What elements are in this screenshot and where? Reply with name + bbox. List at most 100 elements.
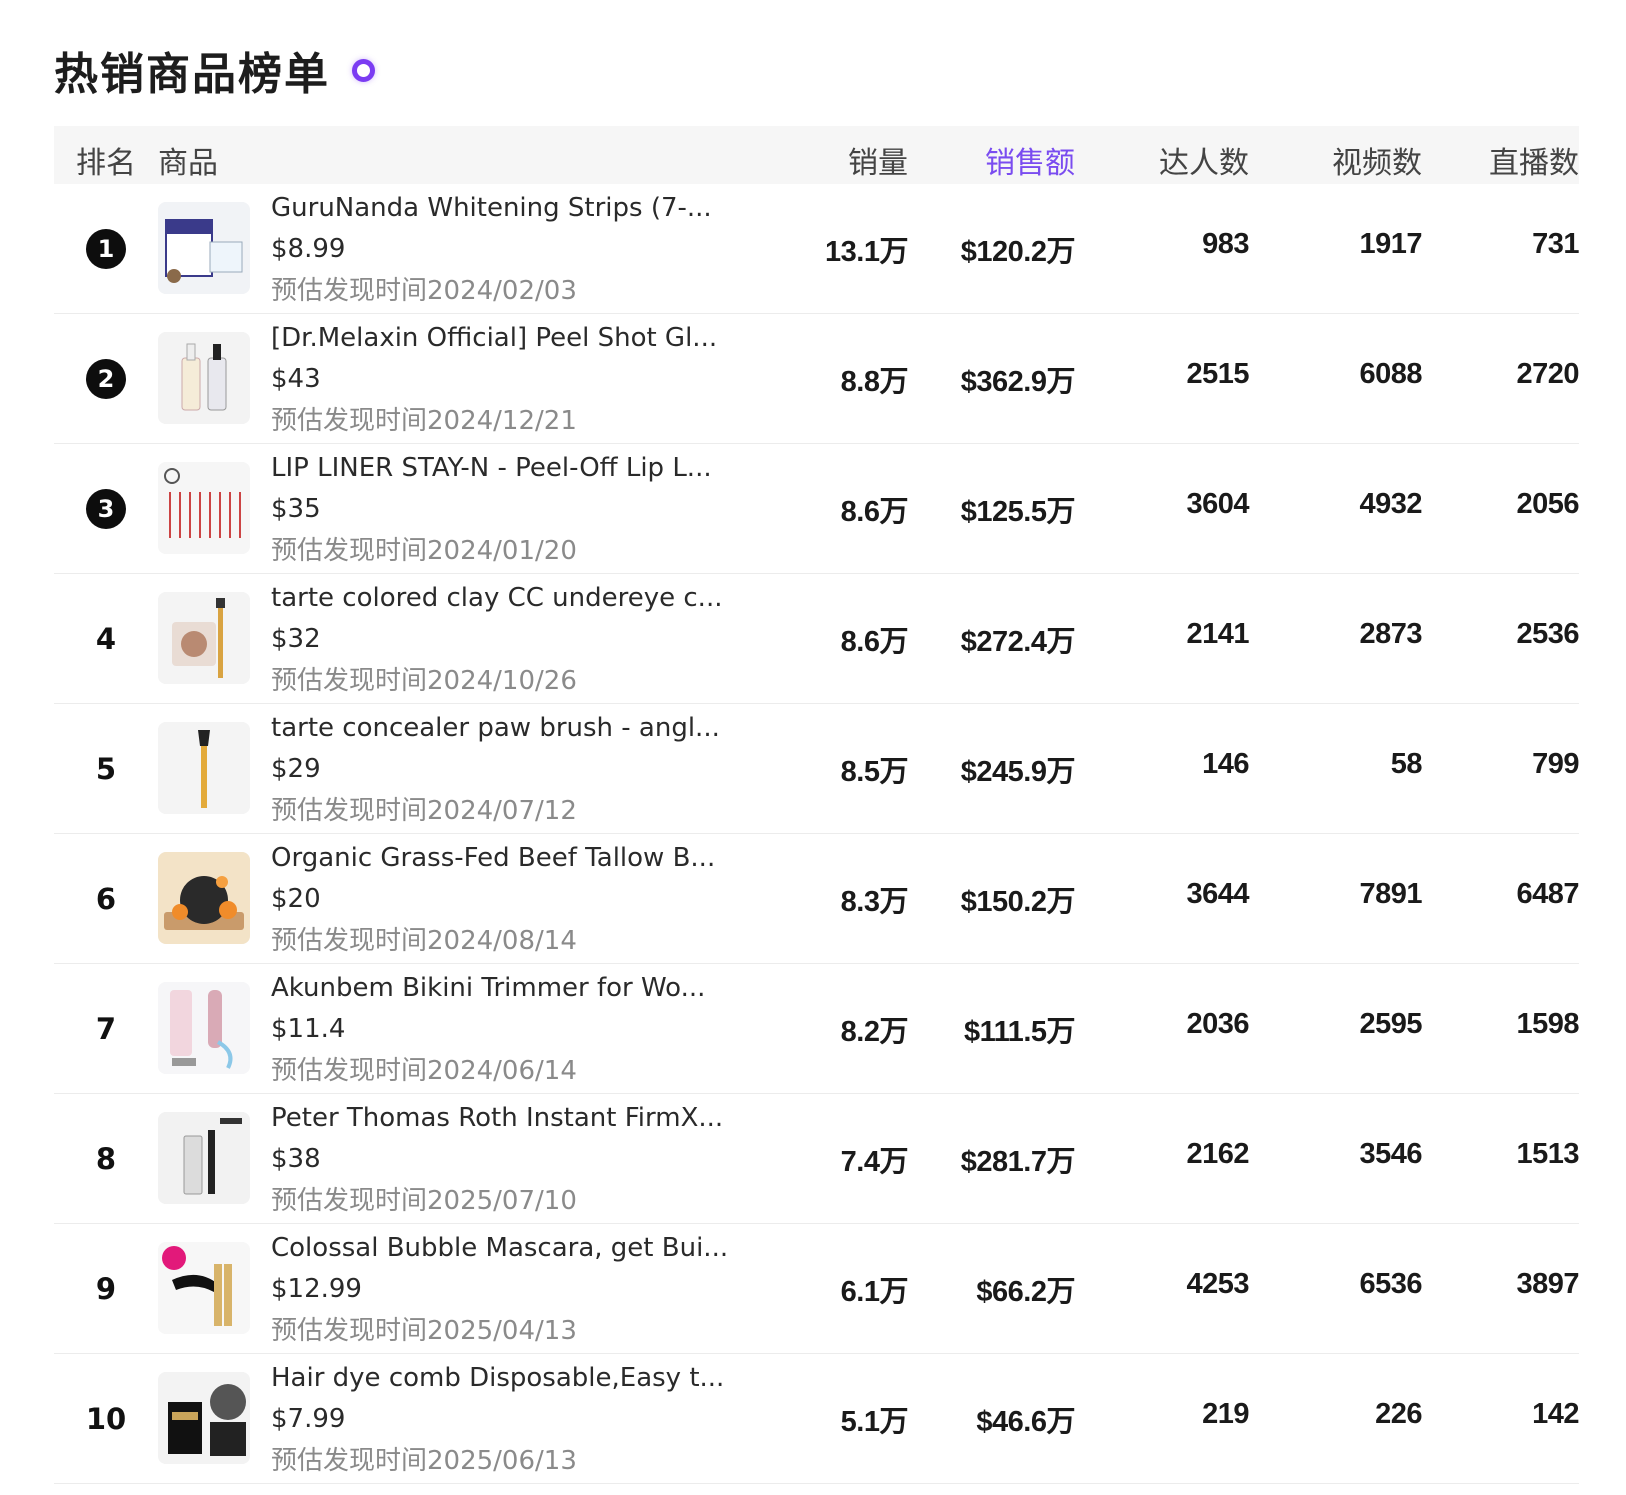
- product-thumbnail[interactable]: [158, 1112, 250, 1204]
- sales-value: 6.1万: [840, 1276, 909, 1308]
- lives-value: 6487: [1516, 878, 1579, 910]
- rank-badge: 8: [95, 1142, 117, 1176]
- product-thumbnail[interactable]: [158, 592, 250, 684]
- kols-value: 2036: [1186, 1008, 1249, 1040]
- table-row[interactable]: 1 GuruNanda Whitening Strips (7-... $8.9…: [54, 184, 1580, 314]
- table-header: 排名 商品 销量 销售额 达人数 视频数 直播数: [54, 126, 1579, 184]
- product-info: Peter Thomas Roth Instant FirmX... $38 预…: [271, 1098, 731, 1222]
- kols-value: 3604: [1186, 488, 1249, 520]
- product-price: $11.4: [271, 1014, 346, 1044]
- product-name[interactable]: GuruNanda Whitening Strips (7-...: [271, 188, 731, 228]
- table-row[interactable]: 10 Hair dye comb Disposable,Easy t... $7…: [54, 1354, 1580, 1484]
- product-thumbnail[interactable]: [158, 332, 250, 424]
- kols-value: 146: [1202, 748, 1249, 780]
- product-name[interactable]: Colossal Bubble Mascara, get Bui...: [271, 1228, 731, 1268]
- table-row[interactable]: 9 Colossal Bubble Mascara, get Bui... $1…: [54, 1224, 1580, 1354]
- kols-value: 2162: [1186, 1138, 1249, 1170]
- table-row[interactable]: 3 LIP LINER STAY-N - Peel-Off Lip L... $…: [54, 444, 1580, 574]
- header-amount[interactable]: 销售额: [915, 138, 1075, 182]
- table-body: 1 GuruNanda Whitening Strips (7-... $8.9…: [54, 184, 1580, 1484]
- amount-value: $150.2万: [960, 886, 1076, 918]
- product-name[interactable]: tarte colored clay CC undereye c...: [271, 578, 731, 618]
- product-thumbnail[interactable]: [158, 852, 250, 944]
- product-price: $8.99: [271, 234, 346, 264]
- sales-value: 8.5万: [840, 756, 909, 788]
- product-info: tarte concealer paw brush - angl... $29 …: [271, 708, 731, 832]
- amount-value: $120.2万: [960, 236, 1076, 268]
- videos-value: 2873: [1359, 618, 1422, 650]
- amount-value: $125.5万: [960, 496, 1076, 528]
- product-name[interactable]: Organic Grass-Fed Beef Tallow B...: [271, 838, 731, 878]
- kols-value: 4253: [1186, 1268, 1249, 1300]
- product-price: $43: [271, 364, 321, 394]
- product-info: Akunbem Bikini Trimmer for Wo... $11.4 预…: [271, 968, 731, 1092]
- product-thumbnail[interactable]: [158, 1372, 250, 1464]
- videos-value: 7891: [1359, 878, 1422, 910]
- product-name[interactable]: [Dr.Melaxin Official] Peel Shot Gl...: [271, 318, 731, 358]
- product-thumbnail[interactable]: [158, 202, 250, 294]
- sales-value: 8.6万: [840, 496, 909, 528]
- product-thumbnail[interactable]: [158, 1242, 250, 1334]
- product-name[interactable]: Peter Thomas Roth Instant FirmX...: [271, 1098, 731, 1138]
- lives-value: 2536: [1516, 618, 1579, 650]
- table-row[interactable]: 6 Organic Grass-Fed Beef Tallow B... $20…: [54, 834, 1580, 964]
- rank-badge: 7: [95, 1012, 117, 1046]
- table-row[interactable]: 7 Akunbem Bikini Trimmer for Wo... $11.4…: [54, 964, 1580, 1094]
- lives-value: 142: [1532, 1398, 1579, 1430]
- videos-value: 6536: [1359, 1268, 1422, 1300]
- header-kols[interactable]: 达人数: [1089, 138, 1249, 182]
- rank-badge: 1: [86, 229, 126, 269]
- product-name[interactable]: Hair dye comb Disposable,Easy t...: [271, 1358, 731, 1398]
- lives-value: 3897: [1516, 1268, 1579, 1300]
- sales-value: 7.4万: [840, 1146, 909, 1178]
- table-row[interactable]: 5 tarte concealer paw brush - angl... $2…: [54, 704, 1580, 834]
- header-rank: 排名: [76, 146, 136, 181]
- lives-value: 799: [1532, 748, 1579, 780]
- product-name[interactable]: tarte concealer paw brush - angl...: [271, 708, 731, 748]
- amount-value: $46.6万: [976, 1406, 1075, 1438]
- sales-value: 5.1万: [840, 1406, 909, 1438]
- table-row[interactable]: 8 Peter Thomas Roth Instant FirmX... $38…: [54, 1094, 1580, 1224]
- product-thumbnail[interactable]: [158, 982, 250, 1074]
- videos-value: 2595: [1359, 1008, 1422, 1040]
- product-info: [Dr.Melaxin Official] Peel Shot Gl... $4…: [271, 318, 731, 442]
- sales-value: 13.1万: [825, 236, 908, 268]
- product-thumbnail[interactable]: [158, 462, 250, 554]
- product-price: $35: [271, 494, 321, 524]
- header-sales[interactable]: 销量: [748, 138, 908, 182]
- videos-value: 1917: [1359, 228, 1422, 260]
- videos-value: 226: [1375, 1398, 1422, 1430]
- kols-value: 2515: [1186, 358, 1249, 390]
- kols-value: 3644: [1186, 878, 1249, 910]
- product-info: LIP LINER STAY-N - Peel-Off Lip L... $35…: [271, 448, 731, 572]
- lives-value: 1598: [1516, 1008, 1579, 1040]
- rank-badge: 3: [86, 489, 126, 529]
- product-thumbnail[interactable]: [158, 722, 250, 814]
- lives-value: 2056: [1516, 488, 1579, 520]
- rank-badge: 2: [86, 359, 126, 399]
- rank-badge: 10: [85, 1402, 127, 1436]
- lives-value: 731: [1532, 228, 1579, 260]
- table-row[interactable]: 4 tarte colored clay CC undereye c... $3…: [54, 574, 1580, 704]
- sales-value: 8.6万: [840, 626, 909, 658]
- product-discovery-date: 预估发现时间2024/06/14: [271, 1056, 577, 1086]
- product-price: $20: [271, 884, 321, 914]
- header-videos[interactable]: 视频数: [1262, 138, 1422, 182]
- kols-value: 2141: [1186, 618, 1249, 650]
- product-discovery-date: 预估发现时间2024/07/12: [271, 796, 577, 826]
- amount-value: $281.7万: [960, 1146, 1076, 1178]
- product-discovery-date: 预估发现时间2025/04/13: [271, 1316, 577, 1346]
- product-info: tarte colored clay CC undereye c... $32 …: [271, 578, 731, 702]
- product-name[interactable]: Akunbem Bikini Trimmer for Wo...: [271, 968, 731, 1008]
- product-name[interactable]: LIP LINER STAY-N - Peel-Off Lip L...: [271, 448, 731, 488]
- amount-value: $272.4万: [960, 626, 1076, 658]
- table-row[interactable]: 2 [Dr.Melaxin Official] Peel Shot Gl... …: [54, 314, 1580, 444]
- product-discovery-date: 预估发现时间2025/06/13: [271, 1446, 577, 1476]
- lives-value: 1513: [1516, 1138, 1579, 1170]
- videos-value: 4932: [1359, 488, 1422, 520]
- lives-value: 2720: [1516, 358, 1579, 390]
- rank-badge: 4: [95, 622, 117, 656]
- product-discovery-date: 预估发现时间2025/07/10: [271, 1186, 577, 1216]
- header-lives[interactable]: 直播数: [1419, 138, 1579, 182]
- product-price: $12.99: [271, 1274, 362, 1304]
